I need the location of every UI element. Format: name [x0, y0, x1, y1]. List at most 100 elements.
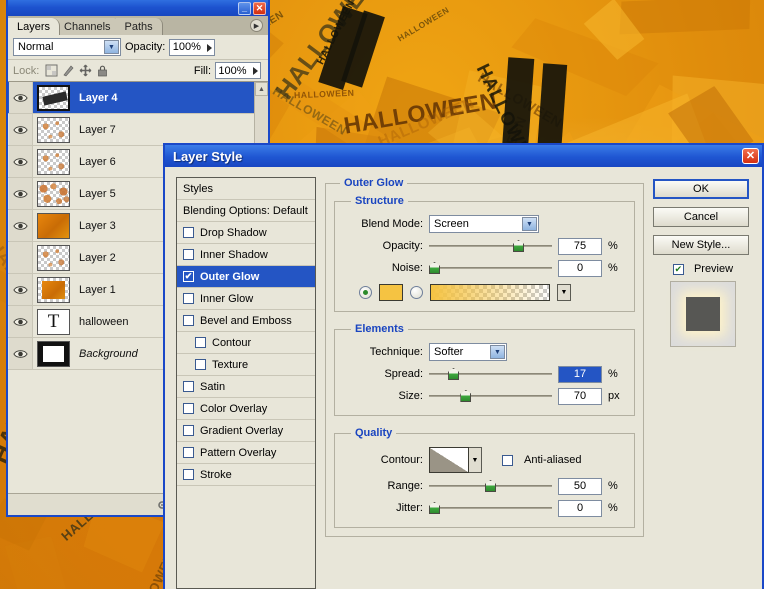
- jitter-value-field[interactable]: 0: [558, 499, 602, 517]
- noise-value-field[interactable]: 0: [558, 259, 602, 277]
- new-style-button[interactable]: New Style...: [653, 235, 749, 255]
- contour-dropdown-icon[interactable]: ▼: [469, 447, 482, 473]
- styles-list-item[interactable]: Contour: [177, 332, 315, 354]
- tab-paths[interactable]: Paths: [115, 18, 163, 35]
- style-enable-checkbox[interactable]: [183, 381, 194, 392]
- slider-knob[interactable]: [513, 240, 524, 252]
- styles-list-item[interactable]: Color Overlay: [177, 398, 315, 420]
- layer-thumbnail[interactable]: [37, 212, 70, 239]
- layer-thumbnail[interactable]: [37, 180, 70, 207]
- layer-thumbnail[interactable]: T: [37, 308, 70, 335]
- minimize-icon[interactable]: _: [238, 1, 251, 15]
- style-enable-checkbox[interactable]: [183, 403, 194, 414]
- gradient-dropdown-icon[interactable]: ▼: [557, 284, 571, 301]
- style-enable-checkbox[interactable]: [195, 337, 206, 348]
- glow-blend-mode-select[interactable]: Screen ▼: [429, 215, 539, 233]
- gradient-fill-radio[interactable]: [410, 286, 423, 299]
- blend-mode-select[interactable]: Normal ▼: [13, 38, 121, 56]
- layer-visibility-toggle[interactable]: [9, 82, 33, 113]
- layer-thumbnail[interactable]: [37, 244, 70, 271]
- style-enable-checkbox[interactable]: [183, 425, 194, 436]
- lock-all-icon[interactable]: [96, 64, 109, 77]
- style-enable-checkbox[interactable]: [183, 271, 194, 282]
- style-enable-checkbox[interactable]: [183, 315, 194, 326]
- spread-value-field[interactable]: 17: [558, 365, 602, 383]
- slider-knob[interactable]: [448, 368, 460, 380]
- layer-visibility-toggle[interactable]: [9, 210, 33, 241]
- technique-select[interactable]: Softer ▼: [429, 343, 507, 361]
- styles-list-item[interactable]: Satin: [177, 376, 315, 398]
- tab-layers[interactable]: Layers: [8, 18, 61, 35]
- range-slider[interactable]: [429, 479, 552, 493]
- styles-list-item[interactable]: Drop Shadow: [177, 222, 315, 244]
- styles-list-item[interactable]: Blending Options: Default: [177, 200, 315, 222]
- styles-list-item[interactable]: Pattern Overlay: [177, 442, 315, 464]
- style-enable-checkbox[interactable]: [195, 359, 206, 370]
- styles-list-item[interactable]: Inner Glow: [177, 288, 315, 310]
- styles-list-item[interactable]: Texture: [177, 354, 315, 376]
- slider-knob[interactable]: [460, 390, 472, 402]
- spread-slider[interactable]: [429, 367, 552, 381]
- layer-visibility-toggle[interactable]: [9, 114, 33, 145]
- layer-thumbnail[interactable]: [37, 276, 70, 303]
- opacity-stepper-icon[interactable]: [207, 43, 213, 52]
- layer-row[interactable]: Layer 4: [8, 82, 254, 114]
- opacity-value-field[interactable]: 75: [558, 237, 602, 255]
- styles-list-item[interactable]: Bevel and Emboss: [177, 310, 315, 332]
- layer-visibility-toggle[interactable]: [9, 242, 33, 273]
- slider-knob[interactable]: [429, 262, 440, 274]
- layer-thumbnail[interactable]: [37, 148, 70, 175]
- layer-thumbnail[interactable]: [37, 116, 70, 143]
- style-enable-checkbox[interactable]: [183, 293, 194, 304]
- layer-visibility-toggle[interactable]: [9, 338, 33, 369]
- size-value-field[interactable]: 70: [558, 387, 602, 405]
- chevron-down-icon[interactable]: ▼: [490, 345, 505, 359]
- layer-visibility-toggle[interactable]: [9, 178, 33, 209]
- style-enable-checkbox[interactable]: [183, 447, 194, 458]
- styles-list-item[interactable]: Outer Glow: [177, 266, 315, 288]
- layer-style-titlebar[interactable]: Layer Style ✕: [165, 145, 762, 167]
- layer-thumbnail[interactable]: [37, 84, 70, 111]
- close-icon[interactable]: ✕: [742, 148, 759, 164]
- styles-list-item[interactable]: Styles: [177, 178, 315, 200]
- close-icon[interactable]: ✕: [253, 1, 266, 15]
- fill-stepper-icon[interactable]: [253, 67, 258, 75]
- lock-transparency-icon[interactable]: [45, 64, 58, 77]
- preview-checkbox[interactable]: [672, 263, 684, 275]
- layer-visibility-toggle[interactable]: [9, 306, 33, 337]
- opacity-slider[interactable]: [429, 239, 552, 253]
- layer-row[interactable]: Layer 7: [8, 114, 254, 146]
- jitter-slider[interactable]: [429, 501, 552, 515]
- contour-preview[interactable]: [429, 447, 469, 473]
- anti-aliased-checkbox[interactable]: [502, 454, 513, 466]
- styles-list-item[interactable]: Stroke: [177, 464, 315, 486]
- panel-menu-icon[interactable]: ▶: [250, 19, 263, 32]
- style-enable-checkbox[interactable]: [183, 227, 194, 238]
- glow-gradient-swatch[interactable]: [430, 284, 550, 301]
- lock-image-icon[interactable]: [62, 64, 75, 77]
- tab-channels[interactable]: Channels: [55, 18, 121, 35]
- ok-button[interactable]: OK: [653, 179, 749, 199]
- styles-list-item[interactable]: Gradient Overlay: [177, 420, 315, 442]
- chevron-down-icon[interactable]: ▼: [522, 217, 537, 231]
- preview-toggle-row[interactable]: Preview: [653, 263, 753, 275]
- scroll-up-icon[interactable]: ▲: [255, 82, 268, 96]
- layer-visibility-toggle[interactable]: [9, 274, 33, 305]
- slider-knob[interactable]: [429, 502, 440, 514]
- fill-field[interactable]: 100%: [215, 62, 261, 79]
- style-enable-checkbox[interactable]: [183, 469, 194, 480]
- chevron-down-icon[interactable]: ▼: [104, 40, 119, 54]
- lock-position-icon[interactable]: [79, 64, 92, 77]
- anti-aliased-row[interactable]: Anti-aliased: [502, 454, 581, 466]
- color-fill-radio[interactable]: [359, 286, 372, 299]
- size-slider[interactable]: [429, 389, 552, 403]
- glow-color-swatch[interactable]: [379, 284, 403, 301]
- style-enable-checkbox[interactable]: [183, 249, 194, 260]
- layer-visibility-toggle[interactable]: [9, 146, 33, 177]
- slider-knob[interactable]: [485, 480, 496, 492]
- cancel-button[interactable]: Cancel: [653, 207, 749, 227]
- styles-list-item[interactable]: Inner Shadow: [177, 244, 315, 266]
- range-value-field[interactable]: 50: [558, 477, 602, 495]
- noise-slider[interactable]: [429, 261, 552, 275]
- opacity-field[interactable]: 100%: [169, 38, 216, 56]
